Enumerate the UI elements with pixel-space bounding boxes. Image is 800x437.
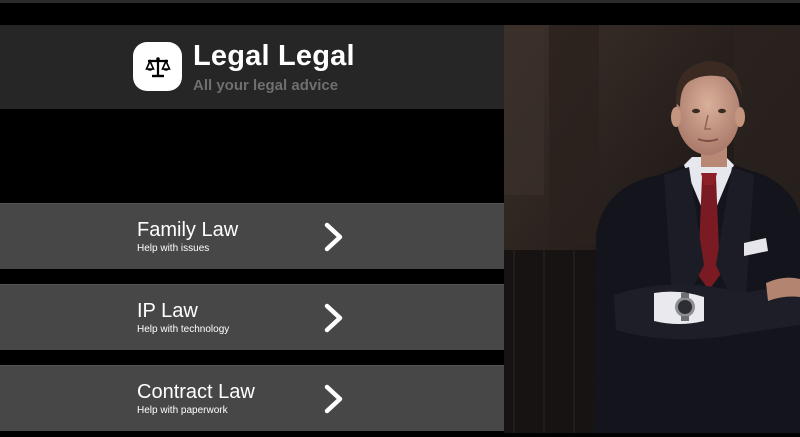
scales-icon xyxy=(144,56,171,77)
service-label: IP Law xyxy=(137,300,198,322)
brand-tagline: All your legal advice xyxy=(193,77,339,94)
logo[interactable] xyxy=(133,42,182,91)
site-header: Legal Legal All your legal advice xyxy=(0,25,504,109)
service-label: Family Law xyxy=(137,219,239,241)
brand-title: Legal Legal xyxy=(193,40,355,72)
service-item-ip-law[interactable]: IP Law Help with technology xyxy=(0,284,504,350)
lawyer-photo xyxy=(504,25,800,433)
top-divider xyxy=(0,0,800,3)
chevron-right-icon xyxy=(324,303,343,333)
service-description: Help with paperwork xyxy=(137,405,228,416)
service-item-family-law[interactable]: Family Law Help with issues xyxy=(0,203,504,269)
service-description: Help with technology xyxy=(137,324,230,335)
chevron-right-icon xyxy=(324,222,343,252)
lawyer-illustration xyxy=(504,25,800,433)
service-item-contract-law[interactable]: Contract Law Help with paperwork xyxy=(0,365,504,431)
chevron-right-icon xyxy=(324,384,343,414)
service-description: Help with issues xyxy=(137,243,210,254)
service-label: Contract Law xyxy=(137,381,255,403)
